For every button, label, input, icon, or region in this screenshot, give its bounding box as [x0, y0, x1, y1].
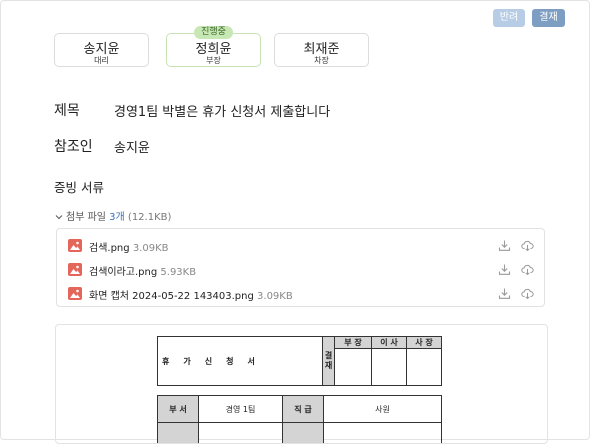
form-cell — [324, 423, 442, 443]
cloud-download-icon[interactable] — [521, 239, 534, 252]
approver-card-1[interactable]: 송지윤 대리 — [54, 33, 149, 67]
form-cell — [282, 423, 324, 443]
subject-label: 제목 — [54, 103, 80, 119]
image-file-icon — [68, 239, 82, 252]
leave-request-form: 휴가신청서 결재 부 장 이 사 사 장 부 서 경영 1팀 직 급 사원 — [157, 335, 442, 443]
approver-rank: 대리 — [94, 56, 109, 65]
download-icon[interactable] — [498, 287, 511, 300]
form-cell — [198, 423, 283, 443]
cc-label: 참조인 — [54, 139, 93, 155]
approve-button[interactable]: 결재 — [532, 9, 565, 27]
attachment-count: 3개 — [109, 212, 125, 223]
file-name: 검색이라고.png — [89, 267, 158, 278]
form-cell — [158, 423, 199, 443]
form-sign-box — [406, 348, 442, 386]
approver-card-3[interactable]: 최재준 차장 — [274, 33, 369, 67]
attachment-list: 검색.png 3.09KB 검색이라고.png 5.93KB 화면 캡처 202… — [56, 228, 545, 307]
subject-value: 경영1팀 박별은 휴가 신청서 제출합니다 — [114, 105, 331, 120]
status-badge: 진행중 — [194, 26, 233, 39]
file-link[interactable]: 화면 캡처 2024-05-22 143403.png 3.09KB — [89, 287, 293, 302]
cc-value: 송지윤 — [114, 141, 150, 156]
evidence-title: 증빙 서류 — [54, 180, 104, 195]
file-name: 검색.png — [89, 243, 130, 254]
file-item[interactable]: 검색이라고.png 5.93KB — [68, 262, 538, 278]
form-title: 휴가신청서 — [157, 336, 323, 386]
file-item[interactable]: 검색.png 3.09KB — [68, 238, 538, 254]
form-approval-label: 결재 — [322, 336, 335, 386]
approver-rank: 부장 — [206, 56, 221, 65]
cloud-download-icon[interactable] — [521, 287, 534, 300]
form-approval-col: 사 장 — [406, 335, 442, 350]
form-position-label: 직 급 — [282, 396, 324, 422]
form-position-value: 사원 — [375, 404, 390, 414]
image-file-icon — [68, 263, 82, 276]
attachment-total-size: (12.1KB) — [127, 212, 172, 223]
form-dept-label: 부 서 — [158, 396, 199, 422]
cloud-download-icon[interactable] — [521, 263, 534, 276]
file-item[interactable]: 화면 캡처 2024-05-22 143403.png 3.09KB — [68, 286, 538, 302]
download-icon[interactable] — [498, 239, 511, 252]
file-size: 3.09KB — [257, 291, 293, 302]
chevron-down-icon — [55, 215, 63, 220]
form-sign-box — [371, 348, 407, 386]
document-preview: 휴가신청서 결재 부 장 이 사 사 장 부 서 경영 1팀 직 급 사원 — [55, 324, 548, 444]
form-next-row — [157, 422, 442, 443]
image-file-icon — [68, 287, 82, 300]
file-link[interactable]: 검색.png 3.09KB — [89, 239, 169, 254]
file-link[interactable]: 검색이라고.png 5.93KB — [89, 263, 196, 278]
reject-button[interactable]: 반려 — [493, 9, 525, 27]
file-size: 3.09KB — [132, 243, 169, 254]
attachment-label: 첨부 파일 — [66, 212, 106, 223]
download-icon[interactable] — [498, 263, 511, 276]
attachment-toggle[interactable]: 첨부 파일 3개 (12.1KB) — [55, 208, 171, 223]
file-name: 화면 캡처 2024-05-22 143403.png — [89, 291, 254, 302]
form-spacer — [157, 385, 442, 396]
file-size: 5.93KB — [160, 267, 197, 278]
form-approval-col: 이 사 — [371, 335, 407, 350]
form-sign-box — [334, 348, 372, 386]
approver-rank: 차장 — [314, 56, 329, 65]
form-info-row: 부 서 경영 1팀 직 급 사원 — [157, 395, 442, 423]
form-dept-value: 경영 1팀 — [198, 396, 283, 422]
form-approval-col: 부 장 — [334, 335, 372, 350]
